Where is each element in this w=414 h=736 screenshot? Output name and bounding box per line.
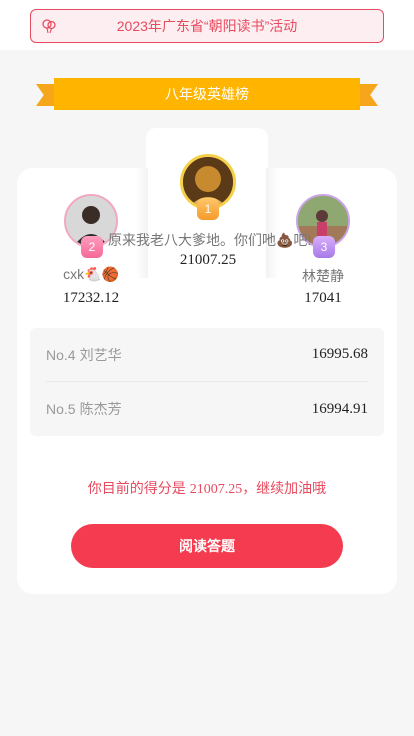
my-score-prefix: 你目前的得分是 [87, 480, 190, 496]
rank-badge-second: 2 [81, 236, 103, 258]
my-score-value: 21007.25 [189, 482, 243, 497]
event-banner[interactable]: 2023年广东省“朝阳读书”活动 [30, 9, 384, 43]
first-place-name: 原来我老八大爹地。你们吔💩吧! [108, 232, 312, 248]
first-place-score: 21007.25 [179, 252, 237, 268]
rank-score: 16995.68 [311, 346, 368, 362]
event-banner-text: 2023年广东省“朝阳读书”活动 [116, 18, 298, 34]
my-score-message: 你目前的得分是 21007.25，继续加油哦 [30, 478, 384, 498]
top-bar: 2023年广东省“朝阳读书”活动 [0, 0, 414, 50]
list-item[interactable]: No.4 刘艺华 16995.68 [46, 328, 368, 382]
rank-name: 陈杰芳 [79, 401, 122, 417]
rank-number: No.5 [46, 401, 76, 417]
third-place-name: 林楚静 [302, 268, 344, 284]
balloons-icon [41, 18, 57, 34]
ranking-list: No.4 刘艺华 16995.68 No.5 陈杰芳 16994.91 [30, 328, 384, 436]
second-place-name: cxk🐔🏀 [63, 266, 119, 282]
leaderboard-title: 八年级英雄榜 [54, 78, 360, 110]
rank-badge-first: 1 [197, 198, 219, 220]
ribbon-header: 八年级英雄榜 [36, 78, 378, 112]
read-quiz-button[interactable]: 阅读答题 [71, 524, 343, 568]
list-item[interactable]: No.5 陈杰芳 16994.91 [46, 382, 368, 436]
second-place-score: 17232.12 [62, 290, 120, 306]
rank-name: 刘艺华 [79, 346, 122, 363]
rank-badge-third: 3 [313, 236, 335, 258]
third-place-score: 17041 [304, 290, 342, 306]
rank-score: 16994.91 [311, 400, 368, 417]
rank-number: No.4 [46, 346, 76, 363]
my-score-suffix: ，继续加油哦 [242, 480, 327, 496]
